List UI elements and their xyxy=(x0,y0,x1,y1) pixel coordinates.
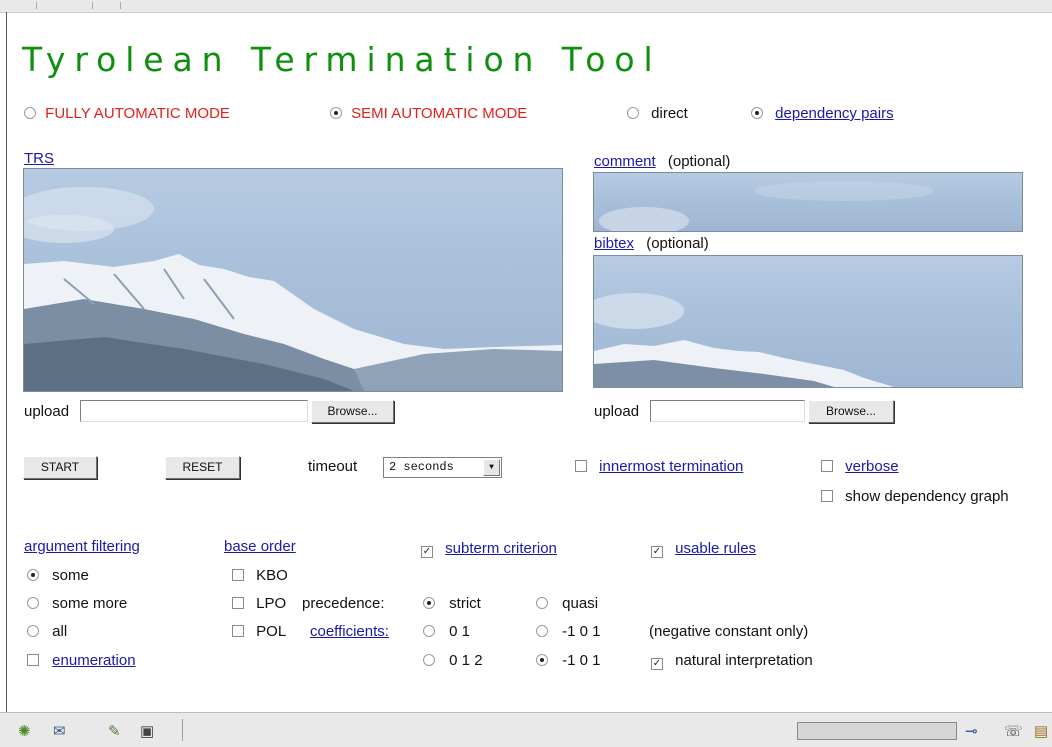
af-some-more-option[interactable]: some more xyxy=(27,595,127,612)
bug-icon[interactable]: ✺ xyxy=(18,722,31,740)
pol-checkbox[interactable] xyxy=(232,625,244,637)
coeff-m101b-radio[interactable] xyxy=(536,654,548,666)
bibtex-header: bibtex (optional) xyxy=(594,235,709,252)
timeout-label: timeout xyxy=(308,458,358,475)
show-graph-checkbox[interactable] xyxy=(821,490,833,502)
bibtex-textarea[interactable] xyxy=(593,255,1023,388)
af-some-option[interactable]: some xyxy=(27,567,89,584)
strict-radio[interactable] xyxy=(423,597,435,609)
lpo-option[interactable]: LPO xyxy=(232,595,286,612)
trs-browse-button[interactable]: Browse... xyxy=(311,400,394,423)
option-dependency-pairs[interactable]: dependency pairs xyxy=(751,105,894,122)
page-title: Tyrolean Termination Tool xyxy=(22,40,662,79)
bibtex-browse-button[interactable]: Browse... xyxy=(808,400,894,423)
usable-rules-checkbox[interactable]: ✓ xyxy=(651,546,663,558)
mountain-background-image xyxy=(594,293,894,387)
reset-button[interactable]: RESET xyxy=(165,456,240,479)
strip-segment xyxy=(4,2,37,9)
pol-option[interactable]: POL xyxy=(232,623,286,640)
browser-status-bar: ✺ ✉ ✎ ▣ ⊸ ☏ ▤ xyxy=(0,712,1052,747)
lpo-checkbox[interactable] xyxy=(232,597,244,609)
option-direct[interactable]: direct xyxy=(627,105,688,122)
bibtex-link[interactable]: bibtex xyxy=(594,235,634,252)
verbose-option[interactable]: verbose xyxy=(821,458,899,475)
comment-textarea[interactable] xyxy=(593,172,1023,232)
precedence-strict-option[interactable]: strict xyxy=(423,595,481,612)
mail-icon[interactable]: ✉ xyxy=(53,722,66,740)
innermost-option[interactable]: innermost termination xyxy=(575,458,743,475)
timeout-value: 2 seconds xyxy=(389,460,454,474)
subterm-criterion-option[interactable]: ✓ subterm criterion xyxy=(421,540,557,558)
start-button[interactable]: START xyxy=(23,456,97,479)
coeff-m101-radio[interactable] xyxy=(536,625,548,637)
coeff-01-radio[interactable] xyxy=(423,625,435,637)
kbo-option[interactable]: KBO xyxy=(232,567,288,584)
enumeration-checkbox[interactable] xyxy=(27,654,39,666)
lock-icon[interactable]: ▤ xyxy=(1034,722,1048,740)
page-left-border xyxy=(6,12,7,712)
edit-icon[interactable]: ✎ xyxy=(108,722,121,740)
enumeration-option[interactable]: enumeration xyxy=(27,652,136,669)
af-some-more-radio[interactable] xyxy=(27,597,39,609)
sky-background-image xyxy=(599,181,934,231)
progress-bar xyxy=(797,722,957,740)
coeff-01-option[interactable]: 0 1 xyxy=(423,623,470,640)
timeout-select[interactable]: 2 seconds ▼ xyxy=(383,457,502,478)
af-some-radio[interactable] xyxy=(27,569,39,581)
subterm-criterion-checkbox[interactable]: ✓ xyxy=(421,546,433,558)
comment-link[interactable]: comment xyxy=(594,153,656,170)
argument-filtering-link[interactable]: argument filtering xyxy=(24,538,140,555)
coeff-012-option[interactable]: 0 1 2 xyxy=(423,652,483,669)
precedence-quasi-option[interactable]: quasi xyxy=(536,595,598,612)
dependency-pairs-link[interactable]: dependency pairs xyxy=(775,105,893,122)
mode-semi-automatic[interactable]: SEMI AUTOMATIC MODE xyxy=(330,105,527,122)
base-order-link[interactable]: base order xyxy=(224,538,296,555)
coefficients-link[interactable]: coefficients: xyxy=(310,623,389,640)
innermost-checkbox[interactable] xyxy=(575,460,587,472)
bibtex-upload-field[interactable] xyxy=(650,400,805,422)
innermost-link[interactable]: innermost termination xyxy=(599,458,743,475)
verbose-checkbox[interactable] xyxy=(821,460,833,472)
usable-rules-link[interactable]: usable rules xyxy=(675,540,756,557)
coeff-012-radio[interactable] xyxy=(423,654,435,666)
quasi-radio[interactable] xyxy=(536,597,548,609)
subterm-criterion-link[interactable]: subterm criterion xyxy=(445,540,557,557)
radio-semi-automatic[interactable] xyxy=(330,107,342,119)
natural-interpretation-option[interactable]: ✓ natural interpretation xyxy=(651,652,813,670)
connection-icon[interactable]: ⊸ xyxy=(965,722,978,740)
natural-interpretation-checkbox[interactable]: ✓ xyxy=(651,658,663,670)
verbose-link[interactable]: verbose xyxy=(845,458,898,475)
comment-optional-note: (optional) xyxy=(667,153,731,170)
radio-direct[interactable] xyxy=(627,107,639,119)
coeff-m101b-option[interactable]: -1 0 1 xyxy=(536,652,601,669)
mode-fully-automatic[interactable]: FULLY AUTOMATIC MODE xyxy=(24,105,230,122)
strip-segment xyxy=(38,2,93,9)
precedence-label: precedence: xyxy=(302,595,385,612)
addressbook-icon[interactable]: ▣ xyxy=(140,722,154,740)
trs-link[interactable]: TRS xyxy=(24,150,54,167)
bibtex-upload-label: upload xyxy=(594,403,640,420)
kbo-checkbox[interactable] xyxy=(232,569,244,581)
show-graph-option[interactable]: show dependency graph xyxy=(821,488,1009,505)
trs-upload-field[interactable] xyxy=(80,400,308,422)
af-all-option[interactable]: all xyxy=(27,623,67,640)
comment-header: comment (optional) xyxy=(594,153,730,170)
usable-rules-option[interactable]: ✓ usable rules xyxy=(651,540,756,558)
trs-textarea[interactable] xyxy=(23,168,563,392)
browser-top-strip xyxy=(0,0,1052,13)
negative-constant-note: (negative constant only) xyxy=(649,623,809,640)
trs-upload-label: upload xyxy=(24,403,70,420)
chevron-down-icon[interactable]: ▼ xyxy=(483,459,500,476)
coeff-m101-option[interactable]: -1 0 1 xyxy=(536,623,601,640)
radio-fully-automatic[interactable] xyxy=(24,107,36,119)
strip-segment xyxy=(94,2,121,9)
af-all-radio[interactable] xyxy=(27,625,39,637)
security-icon[interactable]: ☏ xyxy=(1004,722,1023,740)
enumeration-link[interactable]: enumeration xyxy=(52,652,135,669)
mountain-background-image xyxy=(24,187,562,391)
status-divider xyxy=(182,719,183,741)
radio-dependency-pairs[interactable] xyxy=(751,107,763,119)
bibtex-optional-note: (optional) xyxy=(646,235,709,252)
